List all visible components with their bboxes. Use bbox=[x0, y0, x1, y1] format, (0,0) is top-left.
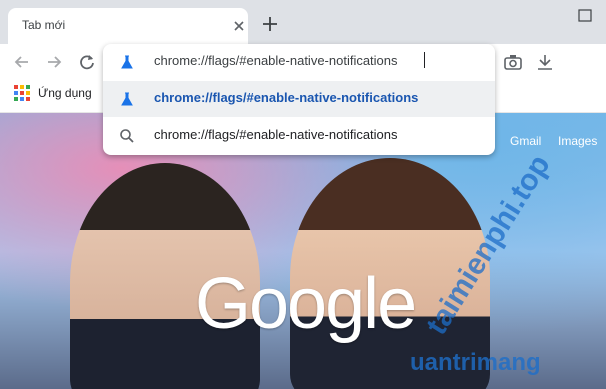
download-icon[interactable] bbox=[535, 52, 555, 72]
omnibox-input-row[interactable]: chrome://flags/#enable-native-notificati… bbox=[103, 44, 495, 80]
suggestion-row-2[interactable]: chrome://flags/#enable-native-notificati… bbox=[103, 118, 495, 154]
tab-strip: Tab mới bbox=[0, 0, 606, 44]
apps-shortcut-label[interactable]: Ứng dụng bbox=[38, 86, 92, 100]
omnibox-dropdown: chrome://flags/#enable-native-notificati… bbox=[103, 44, 495, 155]
omnibox-input[interactable]: chrome://flags/#enable-native-notificati… bbox=[154, 53, 398, 68]
flask-icon bbox=[121, 92, 133, 106]
suggestion-row-1[interactable]: chrome://flags/#enable-native-notificati… bbox=[103, 81, 495, 117]
text-caret bbox=[424, 52, 425, 68]
maximize-icon[interactable] bbox=[574, 6, 596, 26]
reload-icon[interactable] bbox=[77, 52, 97, 72]
apps-grid-icon[interactable] bbox=[14, 85, 30, 101]
google-logo: Google bbox=[195, 264, 417, 344]
forward-arrow-icon[interactable] bbox=[44, 52, 64, 72]
close-icon[interactable] bbox=[231, 18, 247, 34]
gmail-link[interactable]: Gmail bbox=[510, 134, 541, 148]
camera-icon[interactable] bbox=[503, 52, 523, 72]
flask-icon bbox=[121, 55, 133, 69]
back-arrow-icon[interactable] bbox=[12, 52, 32, 72]
new-tab-plus-icon[interactable] bbox=[260, 14, 280, 34]
watermark-bottom: uantrimang bbox=[410, 349, 541, 376]
tab-new-tab[interactable]: Tab mới bbox=[8, 8, 248, 44]
suggestion-text: chrome://flags/#enable-native-notificati… bbox=[154, 90, 419, 105]
suggestion-text: chrome://flags/#enable-native-notificati… bbox=[154, 127, 398, 142]
images-link[interactable]: Images bbox=[558, 134, 597, 148]
search-icon bbox=[120, 129, 134, 143]
tab-title: Tab mới bbox=[22, 18, 66, 32]
